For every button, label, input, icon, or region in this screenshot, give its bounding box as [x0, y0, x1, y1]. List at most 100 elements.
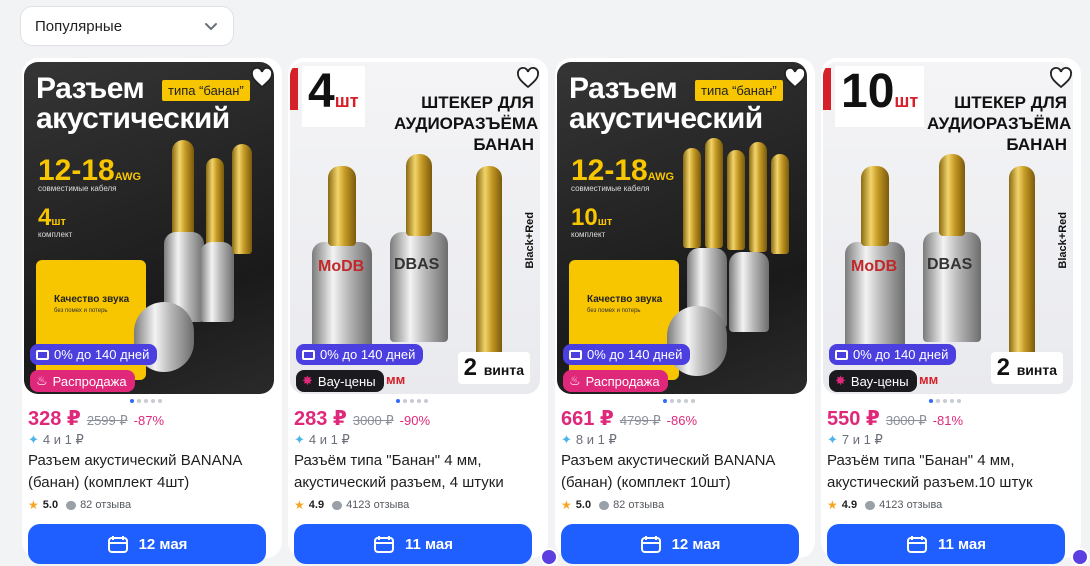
image-headline: ШТЕКЕР ДЛЯ АУДИОРАЗЪЁМА БАНАН	[394, 93, 539, 154]
image-qty-sub: комплект	[571, 230, 606, 239]
delivery-button[interactable]: 12 мая	[561, 524, 799, 564]
image-spec-sub: совместимые кабеля	[38, 184, 117, 193]
image-qty: 4шт	[38, 204, 66, 231]
card-icon	[835, 349, 848, 360]
installment-badge: 0% до 140 дней	[30, 344, 158, 365]
feature-sub: без помех и потерь	[587, 308, 641, 314]
rating-row: ★ 4.9 4123 отзыва	[827, 498, 943, 512]
plug-illustration	[683, 148, 701, 248]
calendar-icon	[373, 536, 394, 553]
sparkle-icon: ✸	[835, 373, 846, 388]
favorite-heart-icon[interactable]	[250, 66, 274, 90]
brand-mark: DBAS	[927, 256, 973, 273]
product-card[interactable]: 4шт ШТЕКЕР ДЛЯ АУДИОРАЗЪЁМА БАНАН MoDB D…	[288, 58, 558, 566]
plug-illustration	[667, 306, 727, 376]
bonus-info: ✦ 8 и 1 ₽	[561, 432, 617, 447]
product-grid: Разъем акустический типа “банан” 12-18AWG…	[22, 58, 1090, 566]
sort-label: Популярные	[35, 17, 123, 35]
delivery-button[interactable]: 12 мая	[28, 524, 266, 564]
plug-illustration	[749, 142, 767, 252]
product-title[interactable]: Разъем акустический BANANA (банан) (комп…	[28, 450, 272, 494]
product-title[interactable]: Разъём типа "Банан" 4 мм, акустический р…	[827, 450, 1071, 494]
plug-illustration	[727, 150, 745, 250]
plug-illustration	[328, 166, 356, 246]
plug-illustration	[729, 252, 769, 332]
plug-illustration	[705, 138, 723, 248]
red-accent	[823, 68, 831, 110]
plug-illustration	[390, 232, 448, 342]
brand-mark: DBAS	[394, 256, 440, 273]
red-accent	[290, 68, 298, 110]
comment-icon	[332, 500, 343, 510]
wow-price-badge: ✸ Вау-цены	[829, 370, 917, 392]
image-pagination	[663, 399, 695, 403]
feature-title: Качество звука	[587, 294, 663, 305]
side-label: Black+Red	[524, 212, 536, 269]
sale-badge: ♨ Распродажа	[563, 370, 668, 392]
star-icon: ★	[561, 498, 572, 512]
image-spec: 12-18AWG	[38, 154, 142, 187]
product-image[interactable]: Разъем акустический типа “банан” 12-18AWG…	[24, 62, 274, 394]
product-image[interactable]: 10шт ШТЕКЕР ДЛЯ АУДИОРАЗЪЁМА БАНАН MoDB …	[823, 62, 1073, 394]
favorite-heart-icon[interactable]	[783, 66, 807, 90]
favorite-heart-icon[interactable]	[1049, 66, 1073, 90]
image-pagination	[130, 399, 162, 403]
image-qty: 4шт	[302, 66, 365, 127]
image-headline: ШТЕКЕР ДЛЯ АУДИОРАЗЪЁМА БАНАН	[927, 93, 1072, 154]
plug-illustration	[406, 154, 432, 236]
product-card[interactable]: Разъем акустический типа “банан” 12-18AWG…	[22, 58, 282, 564]
product-image[interactable]: 4шт ШТЕКЕР ДЛЯ АУДИОРАЗЪЁМА БАНАН MoDB D…	[290, 62, 540, 394]
feature-sub: без помех и потерь	[54, 308, 108, 314]
plug-illustration	[232, 144, 252, 254]
image-pagination	[929, 399, 961, 403]
product-image[interactable]: Разъем акустический типа “банан” 12-18AWG…	[557, 62, 807, 394]
sort-dropdown[interactable]: Популярные	[20, 6, 234, 46]
image-spec-sub: совместимые кабеля	[571, 184, 650, 193]
screw-count: 2 винта	[457, 352, 530, 384]
product-title[interactable]: Разъем акустический BANANA (банан) (комп…	[561, 450, 805, 494]
card-icon	[569, 349, 582, 360]
product-title[interactable]: Разъём типа "Банан" 4 мм, акустический р…	[294, 450, 538, 494]
product-card[interactable]: 10шт ШТЕКЕР ДЛЯ АУДИОРАЗЪЁМА БАНАН MoDB …	[821, 58, 1089, 566]
price-block: 661 ₽ 4799 ₽ -86%	[561, 406, 697, 431]
old-price: 4799 ₽	[619, 413, 661, 428]
plug-illustration	[771, 154, 789, 254]
star-icon: ★	[28, 498, 39, 512]
rating-row: ★ 5.0 82 отзыва	[28, 498, 132, 512]
plug-illustration	[923, 232, 981, 342]
sparkle-icon: ✦	[561, 432, 572, 447]
discount: -81%	[932, 413, 964, 428]
favorite-heart-icon[interactable]	[516, 66, 540, 90]
bonus-info: ✦ 4 и 1 ₽	[28, 432, 84, 447]
rating-row: ★ 4.9 4123 отзыва	[294, 498, 410, 512]
old-price: 3000 ₽	[352, 413, 394, 428]
calendar-icon	[640, 536, 661, 553]
plug-illustration	[861, 166, 889, 246]
flame-icon: ♨	[569, 373, 581, 388]
comment-icon	[66, 500, 77, 510]
image-spec: 12-18AWG	[571, 154, 675, 187]
delivery-button[interactable]: 11 мая	[827, 524, 1065, 564]
image-qty: 10шт	[571, 204, 613, 231]
side-label: Black+Red	[1057, 212, 1069, 269]
rating-row: ★ 5.0 82 отзыва	[561, 498, 665, 512]
corner-indicator	[540, 548, 558, 566]
comment-icon	[599, 500, 610, 510]
chevron-down-icon	[205, 23, 217, 31]
comment-icon	[865, 500, 876, 510]
image-qty: 10шт	[835, 66, 925, 127]
brand-mark: MoDB	[318, 258, 365, 275]
product-card[interactable]: Разъем акустический типа “банан” 12-18AWG…	[555, 58, 815, 564]
star-icon: ★	[827, 498, 838, 512]
brand-mark: MoDB	[851, 258, 898, 275]
mm-label: мм	[386, 372, 406, 387]
price-block: 283 ₽ 3000 ₽ -90%	[294, 406, 430, 431]
card-icon	[36, 349, 49, 360]
delivery-button[interactable]: 11 мая	[294, 524, 532, 564]
image-tag: типа “банан”	[162, 80, 250, 101]
image-pagination	[396, 399, 428, 403]
sale-badge: ♨ Распродажа	[30, 370, 135, 392]
card-icon	[302, 349, 315, 360]
image-tag: типа “банан”	[695, 80, 783, 101]
sparkle-icon: ✸	[302, 373, 313, 388]
